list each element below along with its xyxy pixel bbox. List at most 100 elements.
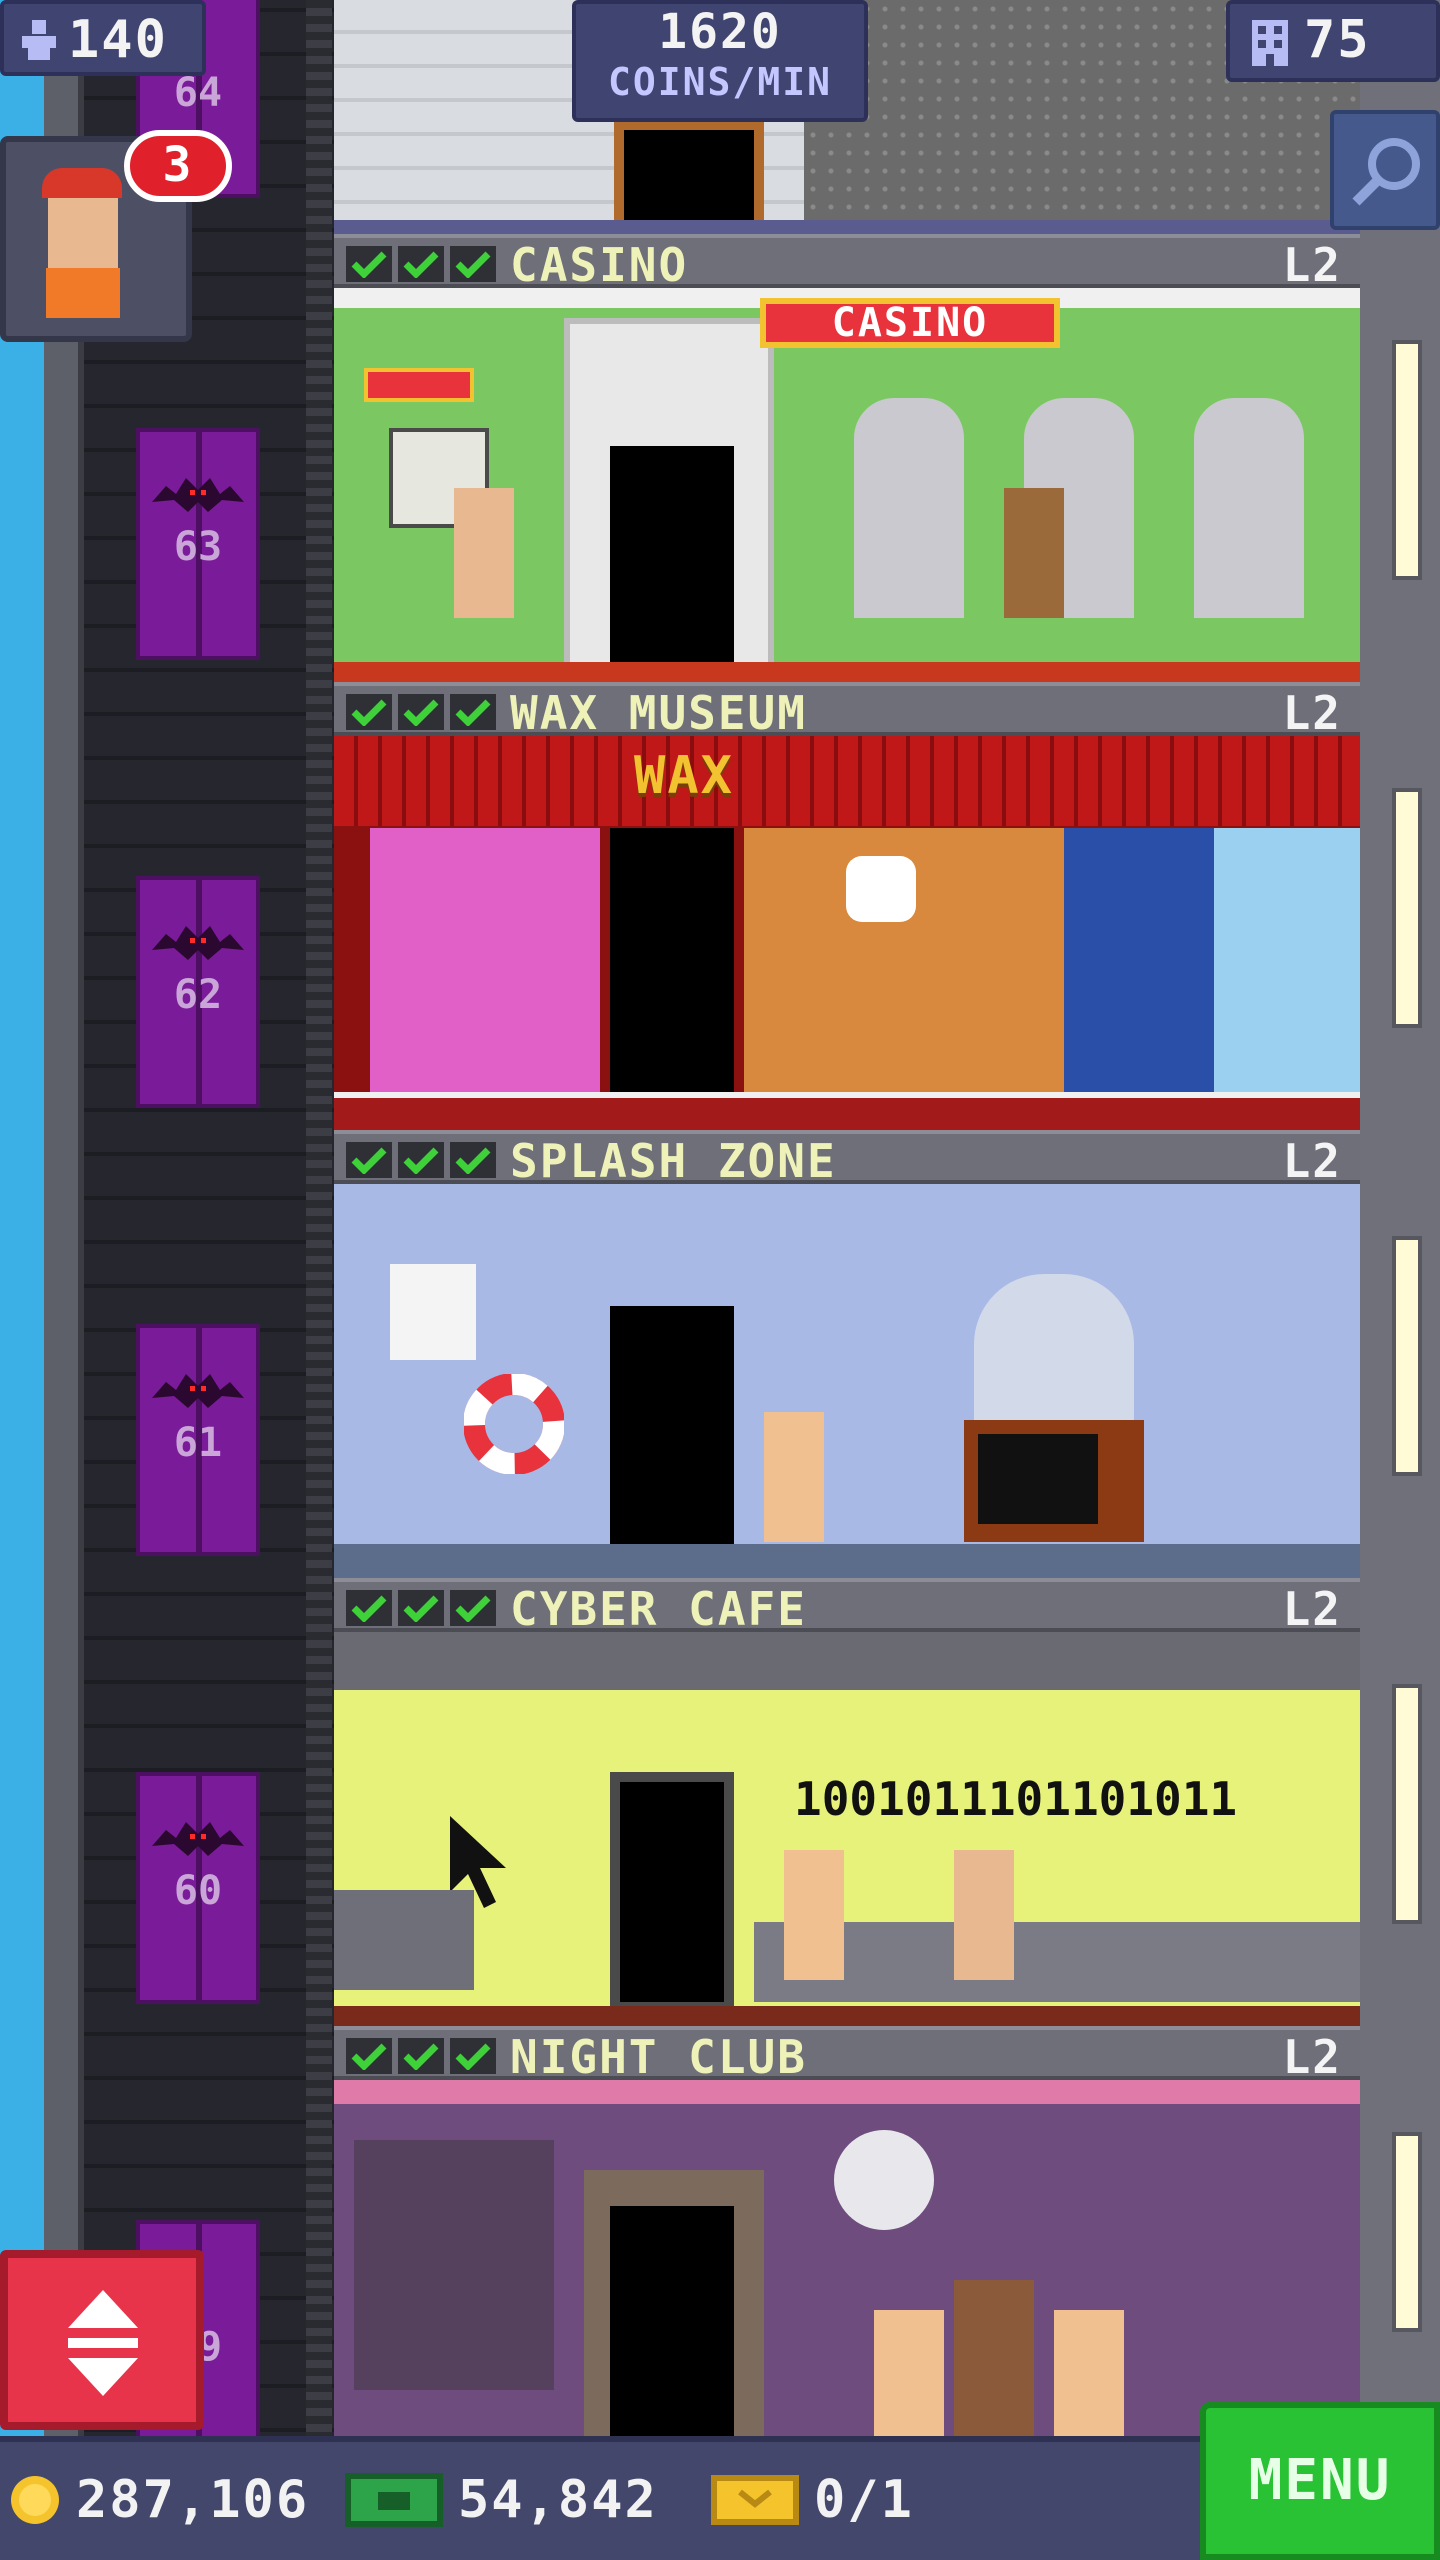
floor-name: CASINO xyxy=(510,238,689,292)
floor-header: SPLASH ZONE L2 xyxy=(334,1130,1360,1184)
elevator-updown-button[interactable] xyxy=(0,2250,204,2430)
window-light xyxy=(1392,788,1422,1028)
floor-name: NIGHT CLUB xyxy=(510,2030,807,2084)
elevator-door-60[interactable]: 60 xyxy=(136,1772,260,2004)
tickets-stat[interactable]: 0/1 xyxy=(710,2470,914,2530)
check-icon xyxy=(398,1142,444,1178)
bitizen[interactable] xyxy=(784,1850,844,1980)
sky-background xyxy=(0,0,44,2560)
building-icon xyxy=(1252,20,1288,66)
visitor-face xyxy=(48,198,118,268)
floor-counter[interactable]: 75 xyxy=(1226,0,1440,82)
menu-button[interactable]: MENU xyxy=(1200,2402,1440,2560)
coins-per-min-display[interactable]: 1620 COINS/MIN xyxy=(572,0,868,122)
elevator-floor-number: 61 xyxy=(173,1420,223,1466)
tower-right-edge xyxy=(1360,0,1440,2560)
bat-icon xyxy=(152,1822,244,1856)
check-icon xyxy=(346,1590,392,1626)
bitizen[interactable] xyxy=(954,2280,1034,2436)
floor-level: L2 xyxy=(1282,238,1342,292)
star-rating xyxy=(346,2038,496,2074)
coins-value: 287,106 xyxy=(76,2470,310,2530)
bux-icon xyxy=(345,2473,443,2527)
updown-arrows-icon xyxy=(68,2290,138,2396)
elevator-door-61[interactable]: 61 xyxy=(136,1324,260,1556)
cyber-cafe-door xyxy=(610,1772,734,2012)
check-icon xyxy=(450,1142,496,1178)
slot-machine xyxy=(854,398,964,618)
floor-count-value: 75 xyxy=(1304,10,1371,70)
exhibit-booth xyxy=(370,828,600,1092)
slot-machine xyxy=(1194,398,1304,618)
tower-bux-value: 54,842 xyxy=(458,2470,658,2530)
window-light xyxy=(1392,2132,1422,2332)
person-icon xyxy=(22,20,56,60)
elevator-floor-number: 62 xyxy=(173,972,223,1018)
window-light xyxy=(1392,1236,1422,1476)
bar-shelves xyxy=(354,2140,554,2390)
binary-wall-text: 1001011101101011 xyxy=(794,1772,1238,1826)
wax-sign: WAX xyxy=(634,746,734,806)
bitizen[interactable] xyxy=(1004,488,1064,618)
bat-icon xyxy=(152,926,244,960)
floor-level: L2 xyxy=(1282,686,1342,740)
casino-sign: CASINO xyxy=(760,298,1060,348)
floor-level: L2 xyxy=(1282,2030,1342,2084)
check-icon xyxy=(398,2038,444,2074)
wax-museum-door xyxy=(610,828,734,1092)
bitizen[interactable] xyxy=(454,488,514,618)
window-light xyxy=(1392,1684,1422,1924)
floor-level: L2 xyxy=(1282,1134,1342,1188)
casino-room: CASINO xyxy=(334,288,1360,682)
search-button[interactable] xyxy=(1330,110,1440,230)
bitizen[interactable] xyxy=(874,2310,944,2436)
elevator-door-62[interactable]: 62 xyxy=(136,876,260,1108)
disco-ball xyxy=(834,2130,934,2230)
bitizen[interactable] xyxy=(1054,2310,1124,2436)
bitizen[interactable] xyxy=(764,1412,824,1542)
floor-header: WAX MUSEUM L2 xyxy=(334,682,1360,736)
tower-bux-stat[interactable]: 54,842 xyxy=(344,2470,658,2530)
life-ring-icon xyxy=(464,1374,564,1474)
wax-museum-room: WAX xyxy=(334,736,1360,1130)
visitor-body xyxy=(46,268,120,318)
casino-door xyxy=(610,446,734,682)
star-rating xyxy=(346,1142,496,1178)
elevator-door-63[interactable]: 63 xyxy=(136,428,260,660)
check-icon xyxy=(450,1590,496,1626)
elevator-shaft[interactable]: 64 63 62 61 60 59 xyxy=(84,0,334,2560)
floor-header: NIGHT CLUB L2 xyxy=(334,2026,1360,2080)
check-icon xyxy=(346,694,392,730)
floor-name: CYBER CAFE xyxy=(510,1582,807,1636)
visitor-count-badge: 3 xyxy=(124,130,232,202)
reception-desk xyxy=(334,1890,474,1990)
elevator-floor-number: 64 xyxy=(173,70,223,116)
star-rating xyxy=(346,694,496,730)
coins-per-min-unit: COINS/MIN xyxy=(608,60,832,104)
population-counter[interactable]: 140 xyxy=(0,0,206,76)
floor-name: SPLASH ZONE xyxy=(510,1134,837,1188)
visitor-cap xyxy=(42,168,122,198)
coins-stat[interactable]: 287,106 xyxy=(8,2470,309,2530)
shaft-wall xyxy=(84,0,334,2560)
coins-per-min-value: 1620 xyxy=(658,4,782,60)
exhibit-booth xyxy=(1214,828,1360,1092)
cyber-cafe-room: 1001011101101011 xyxy=(334,1632,1360,2026)
night-club-door xyxy=(610,2206,734,2436)
coin-icon xyxy=(11,2476,59,2524)
night-club-room xyxy=(334,2080,1360,2436)
bitizen[interactable] xyxy=(954,1850,1014,1980)
ticket-icon xyxy=(711,2475,799,2525)
top-floor-door xyxy=(614,120,764,230)
search-icon xyxy=(1352,138,1420,206)
population-value: 140 xyxy=(68,10,168,70)
star-rating xyxy=(346,246,496,282)
floor-header: CASINO L2 xyxy=(334,234,1360,288)
tickets-value: 0/1 xyxy=(814,2470,914,2530)
check-icon xyxy=(398,694,444,730)
computer-desks xyxy=(754,1922,1360,2002)
check-icon xyxy=(398,246,444,282)
floor-name: WAX MUSEUM xyxy=(510,686,807,740)
bat-icon xyxy=(152,478,244,512)
elevator-floor-number: 60 xyxy=(173,1868,223,1914)
